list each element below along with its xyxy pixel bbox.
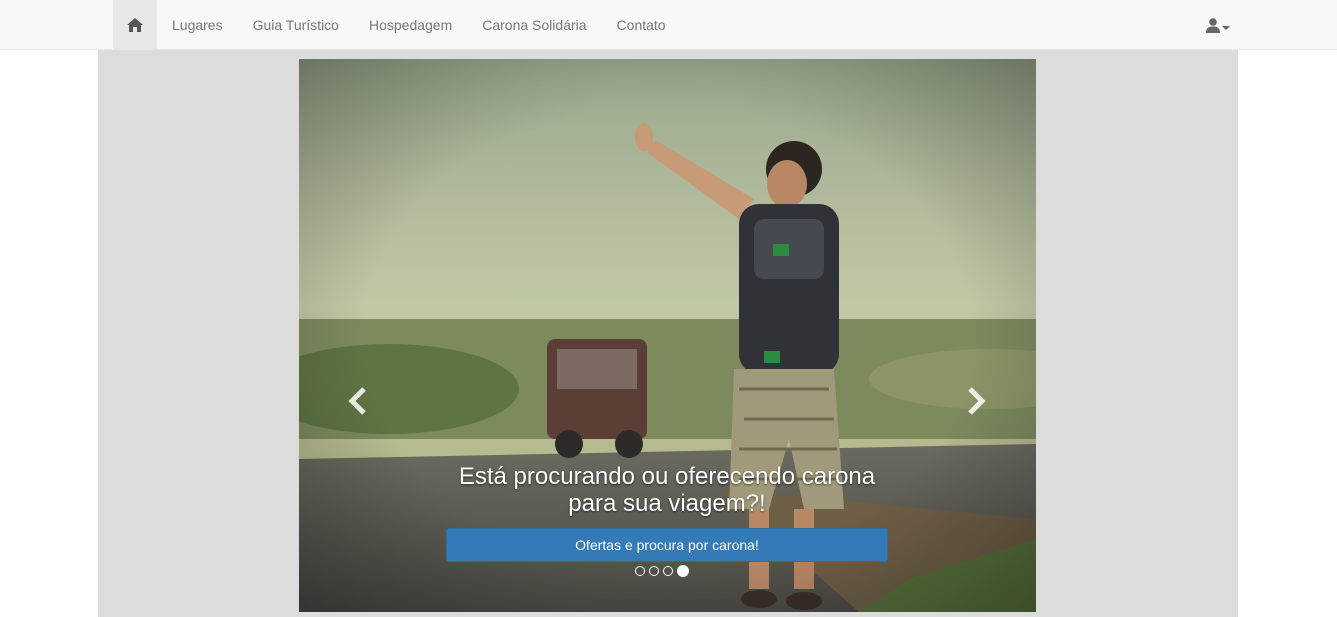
carousel-next-control[interactable]: [957, 377, 997, 425]
carona-offers-button[interactable]: Ofertas e procura por carona!: [446, 528, 888, 562]
chevron-right-icon: [968, 387, 986, 415]
user-menu-dropdown[interactable]: [1206, 12, 1230, 38]
nav-item-carona-solidaria[interactable]: Carona Solidária: [467, 0, 601, 49]
nav-item-lugares[interactable]: Lugares: [157, 0, 238, 49]
caret-down-icon: [1222, 26, 1230, 30]
carousel-indicators: [635, 564, 689, 578]
chevron-left-icon: [348, 387, 366, 415]
home-icon: [127, 17, 143, 32]
nav-menu: Lugares Guia Turístico Hospedagem Carona…: [113, 0, 681, 49]
user-icon: [1206, 17, 1220, 33]
nav-item-guia-turistico[interactable]: Guia Turístico: [238, 0, 354, 49]
nav-home-button[interactable]: [113, 0, 157, 49]
carousel-indicator-3[interactable]: [663, 566, 673, 576]
carousel: Está procurando ou oferecendo carona par…: [299, 59, 1036, 612]
nav-item-contato[interactable]: Contato: [602, 0, 681, 49]
nav-item-label: Carona Solidária: [482, 16, 587, 33]
carousel-indicator-4[interactable]: [677, 565, 689, 577]
nav-item-label: Contato: [616, 16, 666, 33]
nav-item-hospedagem[interactable]: Hospedagem: [354, 0, 467, 49]
navbar: Lugares Guia Turístico Hospedagem Carona…: [0, 0, 1337, 50]
carousel-caption: Está procurando ou oferecendo carona par…: [458, 463, 876, 517]
nav-item-label: Guia Turístico: [252, 16, 339, 33]
carousel-indicator-1[interactable]: [635, 566, 645, 576]
carousel-indicator-2[interactable]: [649, 566, 659, 576]
nav-item-label: Lugares: [172, 16, 223, 33]
carousel-prev-control[interactable]: [337, 377, 377, 425]
nav-item-label: Hospedagem: [368, 16, 453, 33]
